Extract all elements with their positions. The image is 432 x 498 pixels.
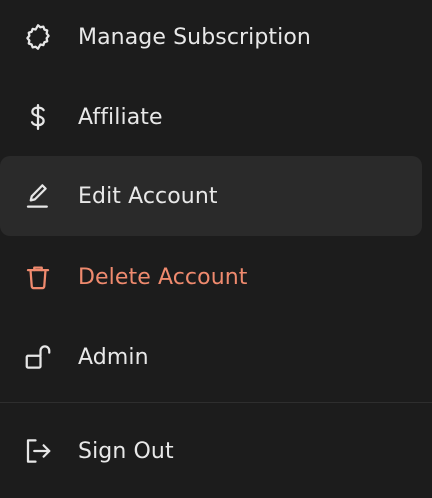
edit-account-label: Edit Account: [78, 183, 218, 209]
account-menu: Manage Subscription Affiliate Edit Accou…: [0, 0, 432, 498]
edit-account-menu-item[interactable]: Edit Account: [0, 156, 422, 236]
sign-out-icon: [20, 433, 56, 469]
delete-account-menu-item[interactable]: Delete Account: [0, 237, 422, 317]
affiliate-label: Affiliate: [78, 104, 163, 130]
delete-account-label: Delete Account: [78, 264, 248, 290]
unlock-icon: [20, 339, 56, 375]
dollar-icon: [20, 99, 56, 135]
manage-subscription-label: Manage Subscription: [78, 24, 311, 50]
manage-subscription-menu-item[interactable]: Manage Subscription: [0, 0, 422, 77]
pencil-icon: [20, 178, 56, 214]
admin-label: Admin: [78, 344, 149, 370]
sign-out-label: Sign Out: [78, 438, 174, 464]
admin-menu-item[interactable]: Admin: [0, 317, 422, 397]
affiliate-menu-item[interactable]: Affiliate: [0, 77, 422, 157]
gear-icon: [20, 19, 56, 55]
sign-out-menu-item[interactable]: Sign Out: [0, 411, 422, 491]
menu-divider: [0, 402, 432, 403]
trash-icon: [20, 259, 56, 295]
